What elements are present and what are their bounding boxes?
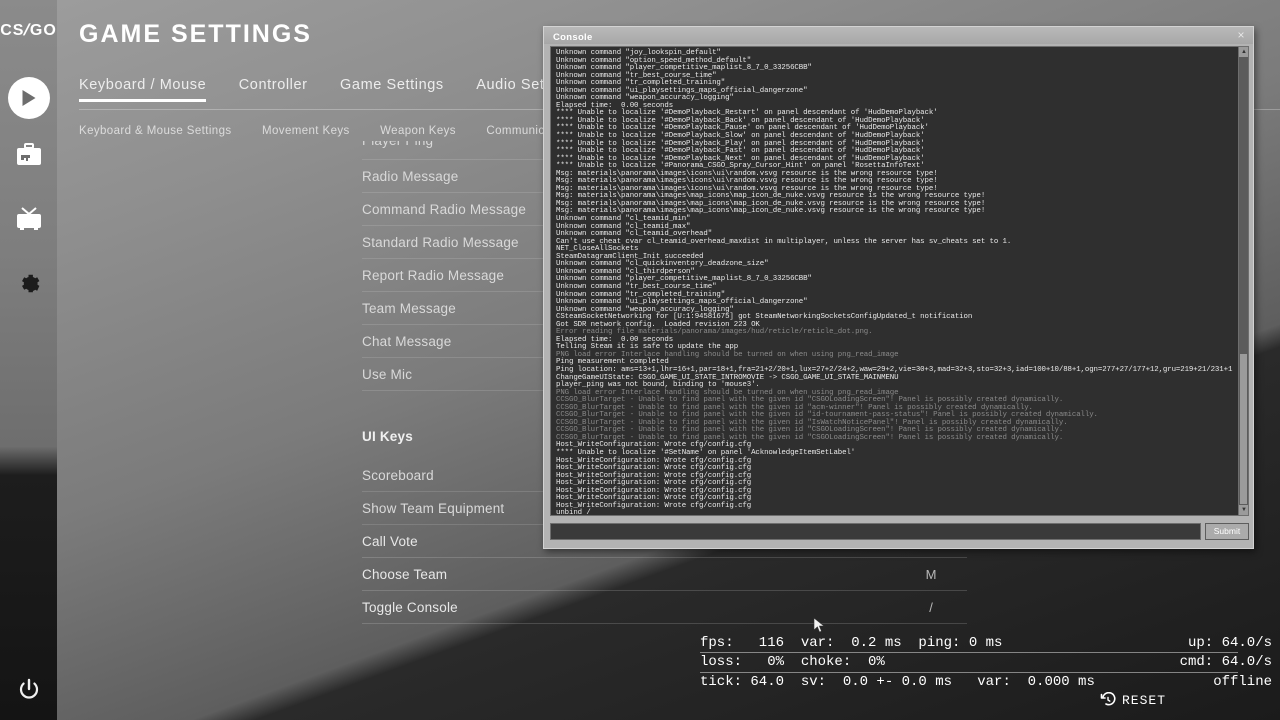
console-log-line: Host_WriteConfiguration: Wrote cfg/confi… — [556, 503, 1234, 511]
console-scrollbar[interactable]: ▲ ▼ — [1238, 47, 1248, 515]
setting-label: Choose Team — [362, 567, 913, 582]
setting-label: Toggle Console — [362, 600, 913, 615]
console-log-line: Can't use cheat cvar cl_teamid_overhead_… — [556, 239, 1234, 247]
rail-item-inventory[interactable] — [0, 143, 57, 167]
console-body: Unknown command "joy_lookspin_default"Un… — [550, 46, 1249, 516]
tab-game-settings[interactable]: Game Settings — [340, 77, 444, 102]
console-scrollbar-thumb[interactable] — [1240, 354, 1247, 504]
logo-text-cs: CS — [0, 22, 24, 39]
subtab-weapon-keys[interactable]: Weapon Keys — [380, 125, 456, 137]
logo-text-go: GO — [30, 22, 57, 39]
net-graph-row-3: tick: 64.0 sv: 0.0 +- 0.0 ms var: 0.000 … — [700, 674, 1272, 691]
net-graph-row-1-right: up: 64.0/s — [1188, 635, 1272, 652]
net-graph-divider-2 — [700, 672, 1238, 673]
game-root: 29 GAME SETTINGS Keyboard / Mouse Contro… — [0, 0, 1280, 720]
console-input-row: Submit — [550, 519, 1249, 543]
setting-row[interactable]: Choose TeamM — [362, 558, 967, 591]
play-icon — [8, 77, 50, 119]
net-graph-row-2: loss: 0% choke: 0% cmd: 64.0/s — [700, 654, 1272, 671]
subtab-movement-keys[interactable]: Movement Keys — [262, 125, 350, 137]
console-log-output[interactable]: Unknown command "joy_lookspin_default"Un… — [551, 47, 1238, 515]
console-title-label: Console — [553, 32, 593, 43]
rail-item-quit[interactable] — [0, 677, 57, 703]
net-graph-row-3-left: tick: 64.0 sv: 0.0 +- 0.0 ms var: 0.000 … — [700, 674, 1213, 691]
net-graph-row-2-right: cmd: 64.0/s — [1180, 654, 1272, 671]
weapon-case-icon — [16, 143, 42, 167]
tab-keyboard-mouse[interactable]: Keyboard / Mouse — [79, 77, 206, 102]
left-nav-rail: CS/GO — [0, 0, 57, 720]
reset-button-label: RESET — [1122, 693, 1166, 708]
console-window[interactable]: Console × Unknown command "joy_lookspin_… — [543, 26, 1254, 549]
tab-controller[interactable]: Controller — [239, 77, 308, 102]
console-title-bar[interactable]: Console × — [544, 27, 1253, 44]
net-graph-row-2-left: loss: 0% choke: 0% — [700, 654, 1180, 671]
console-log-line: unbind / — [556, 510, 1234, 515]
net-graph-row-1-left: fps: 116 var: 0.2 ms ping: 0 ms — [700, 635, 1188, 652]
console-submit-button[interactable]: Submit — [1205, 523, 1249, 540]
television-icon — [15, 206, 43, 232]
net-graph-row-1: fps: 116 var: 0.2 ms ping: 0 ms up: 64.0… — [700, 635, 1272, 652]
close-icon[interactable]: × — [1234, 28, 1248, 42]
power-icon — [16, 677, 42, 703]
subtab-keyboard-mouse-settings[interactable]: Keyboard & Mouse Settings — [79, 125, 232, 137]
mouse-cursor-icon — [813, 617, 826, 635]
page-title: GAME SETTINGS — [79, 20, 312, 49]
net-graph: fps: 116 var: 0.2 ms ping: 0 ms up: 64.0… — [700, 635, 1272, 691]
rail-item-settings[interactable] — [0, 271, 57, 297]
setting-key-binding[interactable]: / — [913, 600, 949, 615]
rail-item-watch[interactable] — [0, 206, 57, 232]
scroll-down-arrow-icon[interactable]: ▼ — [1239, 505, 1249, 515]
setting-key-binding[interactable]: M — [913, 567, 949, 582]
clock-reset-icon — [1100, 692, 1116, 708]
csgo-logo: CS/GO — [0, 22, 57, 40]
console-command-input[interactable] — [550, 523, 1201, 540]
net-graph-divider-1 — [700, 652, 1238, 653]
setting-row[interactable]: Toggle Console/ — [362, 591, 967, 624]
net-graph-row-3-right: offline — [1213, 674, 1272, 691]
rail-item-play[interactable] — [0, 77, 57, 119]
gear-icon — [16, 271, 42, 297]
scroll-up-arrow-icon[interactable]: ▲ — [1239, 47, 1249, 57]
reset-button[interactable]: RESET — [1100, 692, 1166, 708]
